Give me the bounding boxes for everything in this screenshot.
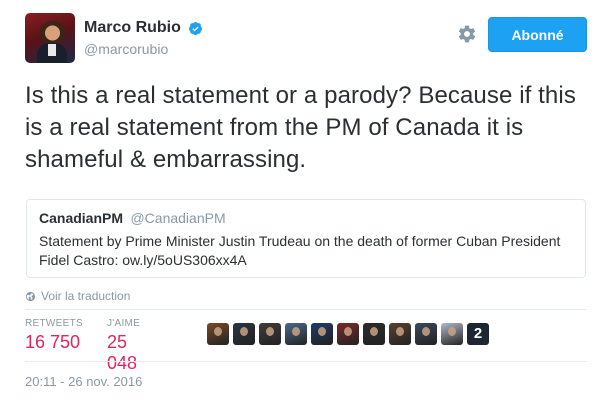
retweet-stat[interactable]: RETWEETS 16 750 <box>25 318 83 353</box>
liker-face <box>266 327 274 336</box>
author-name-block[interactable]: Marco Rubio @marcorubio <box>84 19 203 57</box>
liker-avatar-4[interactable] <box>285 323 307 345</box>
translate-link[interactable]: Voir la traduction <box>25 289 130 303</box>
follow-button[interactable]: Abonné <box>488 17 587 52</box>
retweet-label: RETWEETS <box>25 318 83 329</box>
liker-face <box>422 327 430 336</box>
tweet-text: Is this a real statement or a parody? Be… <box>25 82 576 173</box>
quoted-tweet[interactable]: CanadianPM @CanadianPM Statement by Prim… <box>26 199 586 278</box>
liker-face <box>370 327 378 336</box>
quoted-author: CanadianPM @CanadianPM <box>39 210 573 228</box>
liker-avatar-8[interactable] <box>389 323 411 345</box>
like-label: J'AIME <box>107 318 141 329</box>
avatar-shirt <box>48 44 56 56</box>
liker-avatar-9[interactable] <box>415 323 437 345</box>
liker-avatar-6[interactable] <box>337 323 359 345</box>
translate-link-label[interactable]: Voir la traduction <box>41 289 130 303</box>
quoted-author-handle: @CanadianPM <box>130 210 226 226</box>
like-count: 25 048 <box>107 332 138 373</box>
liker-avatar-10[interactable] <box>441 323 463 345</box>
liker-face <box>448 327 456 336</box>
stats-bottom-divider <box>25 361 587 362</box>
liker-avatar-1[interactable] <box>207 323 229 345</box>
liker-avatars: 2 <box>207 323 493 345</box>
liker-avatar-5[interactable] <box>311 323 333 345</box>
liker-avatar-2[interactable] <box>233 323 255 345</box>
tweet-timestamp[interactable]: 20:11 - 26 nov. 2016 <box>25 374 142 389</box>
liker-face <box>214 327 222 336</box>
author-handle[interactable]: @marcorubio <box>84 41 203 57</box>
tweet-header: Marco Rubio @marcorubio Abonné <box>25 13 587 63</box>
liker-avatar-3[interactable] <box>259 323 281 345</box>
stats-top-divider <box>25 309 587 310</box>
liker-face <box>318 327 326 336</box>
gear-icon[interactable] <box>457 24 477 44</box>
liker-overflow-badge[interactable]: 2 <box>467 323 489 345</box>
like-stat[interactable]: J'AIME 25 048 <box>107 318 140 374</box>
liker-avatar-7[interactable] <box>363 323 385 345</box>
liker-face <box>344 327 352 336</box>
globe-icon <box>25 291 36 301</box>
liker-face <box>396 327 404 336</box>
quoted-author-name: CanadianPM <box>39 210 124 226</box>
avatar[interactable] <box>25 13 75 63</box>
quoted-text: Statement by Prime Minister Justin Trude… <box>39 233 561 268</box>
verified-badge-icon <box>189 21 203 35</box>
retweet-count: 16 750 <box>25 332 81 352</box>
liker-face <box>292 327 300 336</box>
liker-face <box>240 327 248 336</box>
author-name[interactable]: Marco Rubio <box>84 19 181 37</box>
